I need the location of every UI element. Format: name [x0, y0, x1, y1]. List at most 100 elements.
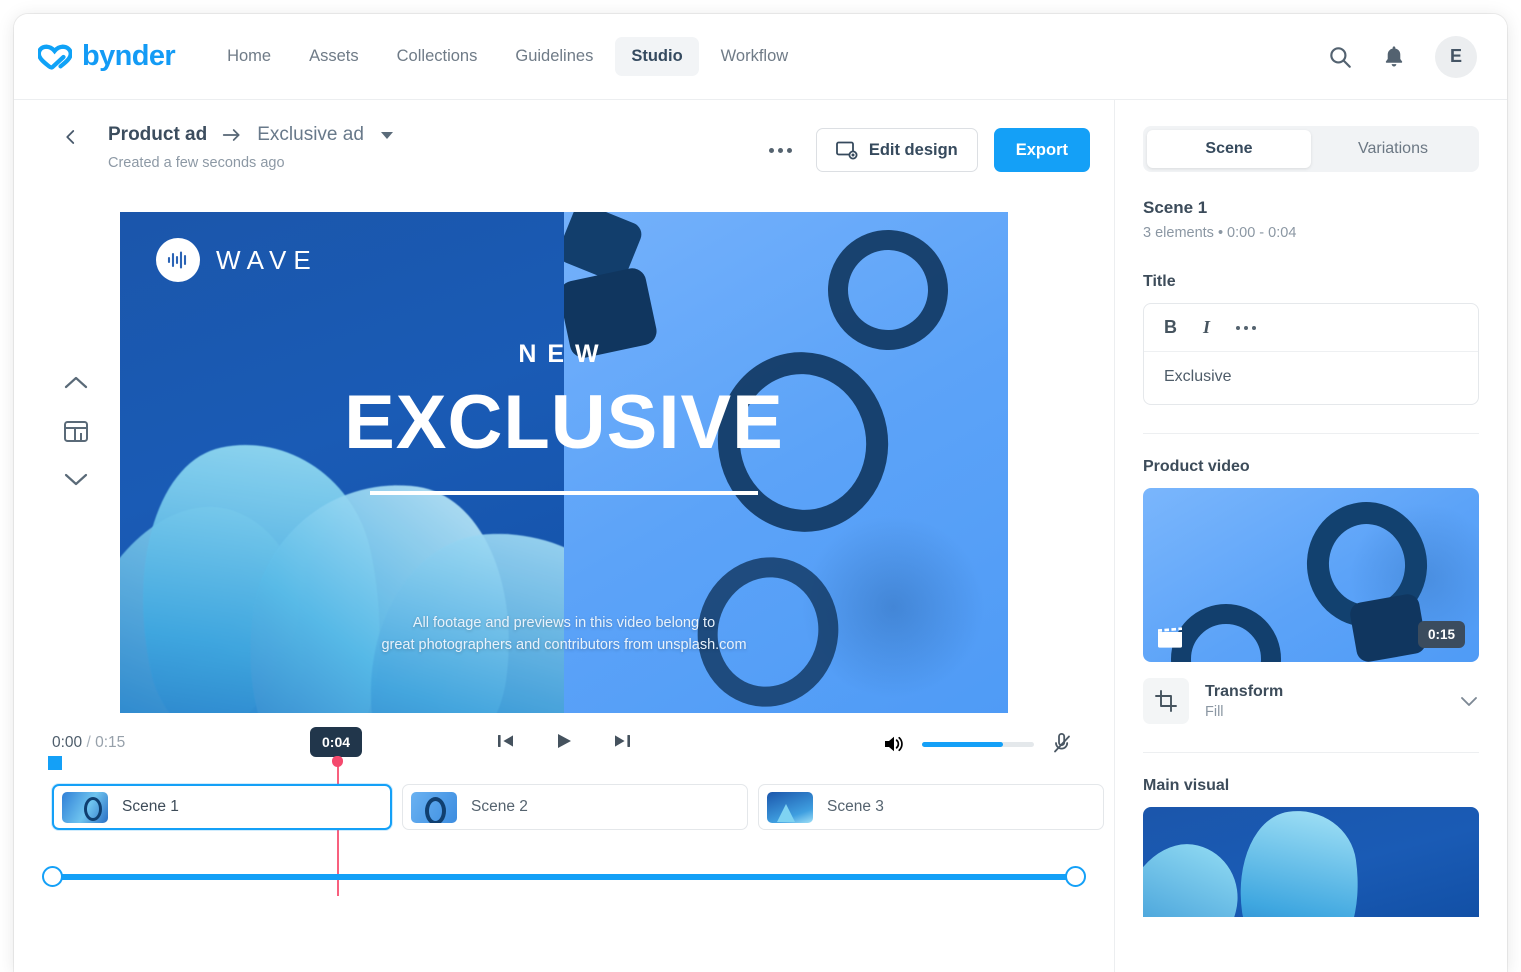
search-icon[interactable]	[1327, 44, 1353, 70]
scene-label: Scene 2	[471, 798, 528, 815]
title-text-input[interactable]: Exclusive	[1144, 352, 1478, 404]
export-button[interactable]: Export	[993, 128, 1090, 172]
volume-icon[interactable]	[882, 733, 906, 755]
bynder-logo[interactable]: bynder	[38, 40, 176, 73]
dot	[1236, 325, 1241, 330]
created-timestamp: Created a few seconds ago	[108, 155, 285, 171]
timeline-range-handle-right[interactable]	[1065, 866, 1086, 887]
canvas-area: WAVE NEW EXCLUSIVE All footage and previ…	[14, 190, 1114, 713]
mute-microphone-icon[interactable]	[1050, 732, 1074, 756]
more-options-button[interactable]	[761, 138, 800, 163]
nav-item-collections[interactable]: Collections	[381, 37, 494, 76]
timeline-scene-1[interactable]: Scene 1	[52, 784, 392, 830]
panel-tabs: Scene Variations	[1143, 126, 1479, 172]
panel-divider	[1143, 752, 1479, 753]
bold-button[interactable]: B	[1164, 317, 1177, 338]
nav-item-home[interactable]: Home	[211, 37, 287, 76]
chevron-down-icon[interactable]	[380, 131, 393, 139]
tab-scene[interactable]: Scene	[1147, 130, 1311, 168]
dot	[1244, 325, 1249, 330]
dot	[777, 147, 783, 153]
panel-divider	[1143, 433, 1479, 434]
main-visual-thumbnail[interactable]	[1143, 807, 1479, 917]
document-header: Product ad Exclusive ad Created a few se…	[14, 100, 1114, 172]
avatar[interactable]: E	[1435, 35, 1477, 78]
scene-thumbnail	[411, 791, 457, 823]
panel-scene-name: Scene 1	[1143, 198, 1208, 217]
timeline-scene-2[interactable]: Scene 2	[402, 784, 748, 830]
disclaimer-line-1: All footage and previews in this video b…	[412, 615, 716, 631]
dot	[786, 147, 792, 153]
wave-shape	[1229, 807, 1369, 917]
document-actions: Edit design Export	[761, 124, 1090, 172]
crop-transform-icon	[1143, 678, 1189, 724]
brand-name: bynder	[82, 40, 176, 72]
nav-item-studio[interactable]: Studio	[615, 37, 699, 76]
title-field-card: B I Exclusive	[1143, 303, 1479, 405]
arrow-right-icon	[223, 129, 240, 141]
previous-frame-button[interactable]	[495, 730, 517, 752]
waveform-icon	[167, 251, 187, 269]
nav-item-guidelines[interactable]: Guidelines	[499, 37, 609, 76]
video-preview-frame[interactable]: WAVE NEW EXCLUSIVE All footage and previ…	[120, 212, 1008, 713]
title-field-label: Title	[1143, 273, 1176, 290]
timeline-range-handle-left[interactable]	[42, 866, 63, 887]
chevron-down-icon[interactable]	[63, 471, 89, 487]
properties-panel: Scene Variations Scene 1 3 elements • 0:…	[1114, 100, 1507, 972]
italic-button[interactable]: I	[1203, 317, 1210, 338]
timeline-scene-list: Scene 1 Scene 2 Scene 3	[52, 784, 1104, 830]
preview-brand-name: WAVE	[216, 244, 318, 275]
preview-kicker: NEW	[518, 340, 610, 368]
edit-design-button[interactable]: Edit design	[815, 128, 978, 172]
transform-title: Transform	[1205, 682, 1284, 700]
preview-headline-block: NEW EXCLUSIVE	[120, 340, 1008, 495]
wave-shape	[1143, 831, 1250, 917]
bell-icon[interactable]	[1381, 44, 1407, 70]
headphone-earcup	[1348, 592, 1428, 662]
panel-scene-meta: 3 elements • 0:00 - 0:04	[1143, 225, 1297, 241]
panel-content: Scene Variations Scene 1 3 elements • 0:…	[1115, 100, 1507, 917]
next-frame-button[interactable]	[611, 730, 633, 752]
back-chevron-icon[interactable]	[62, 128, 80, 146]
dot	[1252, 325, 1257, 330]
nav-item-workflow[interactable]: Workflow	[705, 37, 805, 76]
dot	[768, 147, 774, 153]
breadcrumb-parent[interactable]: Product ad	[108, 124, 207, 146]
scene-label: Scene 3	[827, 798, 884, 815]
tab-variations[interactable]: Variations	[1311, 130, 1475, 168]
scene-thumbnail	[62, 791, 108, 823]
nav-item-assets[interactable]: Assets	[293, 37, 375, 76]
player-controls: 0:00 / 0:15 0:04	[14, 720, 1114, 772]
layout-scene-icon[interactable]	[62, 417, 90, 445]
timeline-playhead-handle[interactable]	[332, 756, 343, 767]
breadcrumb-current[interactable]: Exclusive ad	[257, 124, 364, 146]
text-more-options-button[interactable]	[1236, 325, 1257, 330]
transform-property-text: Transform Fill	[1205, 683, 1443, 720]
timeline-range-slider[interactable]	[42, 866, 1086, 888]
app-window: bynder Home Assets Collections Guideline…	[14, 14, 1507, 972]
chevron-up-icon[interactable]	[63, 375, 89, 391]
transform-property-row[interactable]: Transform Fill	[1143, 678, 1479, 724]
timeline-start-marker[interactable]	[48, 756, 62, 770]
timeline-scene-3[interactable]: Scene 3	[758, 784, 1104, 830]
volume-slider-fill	[922, 741, 1003, 747]
chevron-down-icon[interactable]	[1459, 694, 1479, 708]
clapperboard-icon	[1158, 626, 1182, 648]
timeline-range-track	[52, 874, 1076, 880]
editor-column: Product ad Exclusive ad Created a few se…	[14, 100, 1114, 972]
edit-design-label: Edit design	[868, 140, 958, 159]
headphone-shape	[1171, 604, 1281, 662]
product-video-label: Product video	[1143, 458, 1250, 475]
document-titles: Product ad Exclusive ad Created a few se…	[108, 124, 393, 171]
preview-rule	[370, 490, 758, 495]
disclaimer-line-2: great photographers and contributors fro…	[381, 637, 747, 654]
preview-brand-lockup: WAVE	[156, 238, 318, 282]
timeline: Scene 1 Scene 2 Scene 3	[14, 756, 1114, 902]
edit-design-icon	[835, 141, 858, 159]
volume-slider[interactable]	[922, 741, 1034, 747]
play-button[interactable]	[553, 730, 575, 752]
product-video-thumbnail[interactable]: 0:15	[1143, 488, 1479, 662]
canvas-left-toolbar	[62, 375, 90, 487]
preview-disclaimer: All footage and previews in this video b…	[120, 612, 1008, 657]
scene-thumbnail	[767, 791, 813, 823]
